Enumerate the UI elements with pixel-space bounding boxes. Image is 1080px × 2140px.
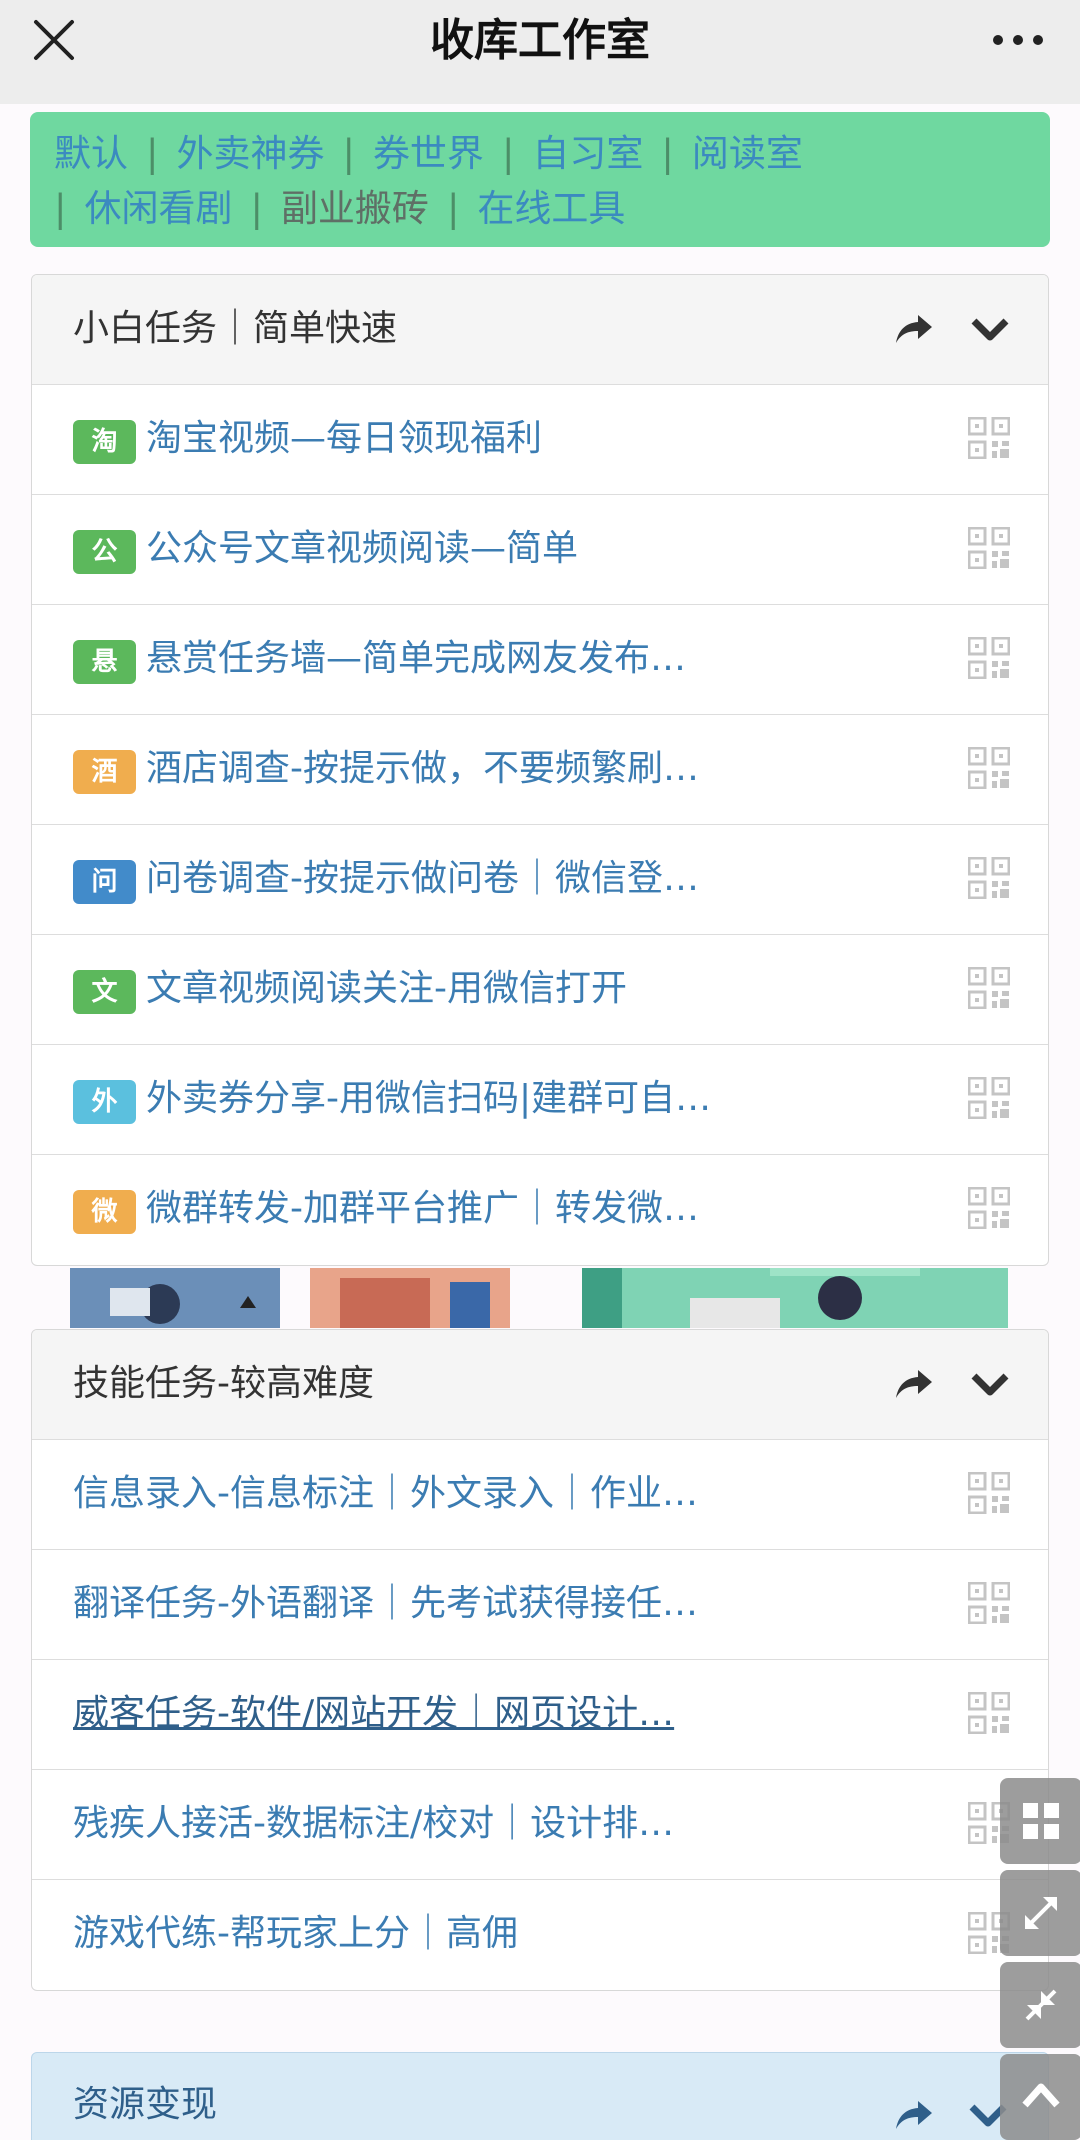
share-icon[interactable] [894,1364,934,1404]
list-item[interactable]: 悬 悬赏任务墙—简单完成网友发布… [32,605,1048,715]
list-item[interactable]: 问 问卷调查-按提示做问卷｜微信登… [32,825,1048,935]
list-item[interactable]: 翻译任务-外语翻译｜先考试获得接任… [32,1550,1048,1660]
list-item[interactable]: 残疾人接活-数据标注/校对｜设计排… [32,1770,1048,1880]
qrcode-icon[interactable] [968,1582,1010,1624]
panel-title: 小白任务｜简单快速 [73,308,398,349]
nav-item-default[interactable]: 默认 [54,132,128,175]
list-item[interactable]: 公 公众号文章视频阅读—简单 [32,495,1048,605]
qrcode-icon[interactable] [968,1692,1010,1734]
item-link[interactable]: 公众号文章视频阅读—简单 [146,495,578,603]
item-link[interactable]: 信息录入-信息标注｜外文录入｜作业… [73,1440,698,1548]
arrow-up-icon [1022,2083,1060,2108]
qrcode-icon[interactable] [968,527,1010,569]
item-link[interactable]: 威客任务-软件/网站开发｜网页设计… [73,1660,674,1768]
category-badge: 文 [73,970,136,1014]
category-badge: 淘 [73,420,136,464]
share-icon[interactable] [894,309,934,349]
compress-icon [1025,1989,1057,2021]
category-badge: 问 [73,860,136,904]
category-nav: 默认 | 外卖神券 | 券世界 | 自习室 | 阅读室 | 休闲看剧 | 副业搬砖 | 在线工具 [30,112,1050,247]
item-link[interactable]: 酒店调查-按提示做，不要频繁刷… [146,715,699,823]
nav-item-takeout-coupons[interactable]: 外卖神券 [176,132,324,175]
qrcode-icon[interactable] [968,1472,1010,1514]
list-item[interactable]: 信息录入-信息标注｜外文录入｜作业… [32,1440,1048,1550]
item-link[interactable]: 悬赏任务墙—简单完成网友发布… [146,605,686,713]
nav-item-study-room[interactable]: 自习室 [532,132,643,175]
compress-button[interactable] [1000,1962,1080,2048]
nav-item-side-jobs[interactable]: 副业搬砖 [281,187,429,230]
panel-title: 技能任务-较高难度 [73,1363,374,1404]
nav-separator: | [54,187,67,230]
nav-item-online-tools[interactable]: 在线工具 [477,187,625,230]
list-item[interactable]: 淘 淘宝视频—每日领现福利 [32,385,1048,495]
list-item[interactable]: 微 微群转发-加群平台推广｜转发微… [32,1155,1048,1265]
item-link[interactable]: 淘宝视频—每日领现福利 [146,385,542,493]
qrcode-icon[interactable] [968,747,1010,789]
item-link[interactable]: 外卖券分享-用微信扫码|建群可自… [146,1045,711,1153]
item-link[interactable]: 残疾人接活-数据标注/校对｜设计排… [73,1770,674,1878]
nav-separator: | [446,187,460,230]
list-item[interactable]: 游戏代练-帮玩家上分｜高佣 [32,1880,1048,1990]
chevron-down-icon[interactable] [970,309,1010,349]
chevron-down-icon[interactable] [970,1364,1010,1404]
qrcode-icon[interactable] [968,417,1010,459]
item-link[interactable]: 微群转发-加群平台推广｜转发微… [146,1155,699,1263]
nav-separator: | [501,132,515,175]
nav-separator: | [661,132,674,175]
more-icon[interactable] [990,20,1046,60]
top-bar: 收库工作室 [0,0,1080,104]
panel-header: 技能任务-较高难度 [32,1330,1048,1440]
item-link[interactable]: 问卷调查-按提示做问卷｜微信登… [146,825,699,933]
qrcode-icon[interactable] [968,857,1010,899]
nav-separator: | [342,132,355,175]
panel-title: 资源变现 [73,2084,218,2125]
nav-item-coupon-world[interactable]: 券世界 [373,132,484,175]
category-badge: 酒 [73,750,136,794]
item-link[interactable]: 游戏代练-帮玩家上分｜高佣 [73,1880,518,1988]
scroll-top-button[interactable] [1000,2054,1080,2140]
list-item[interactable]: 酒 酒店调查-按提示做，不要频繁刷… [32,715,1048,825]
nav-separator: | [250,187,263,230]
panel-resource-monetization: 资源变现 [31,2052,1049,2140]
item-link[interactable]: 翻译任务-外语翻译｜先考试获得接任… [73,1550,698,1658]
qrcode-icon[interactable] [968,967,1010,1009]
category-badge: 微 [73,1190,136,1234]
list-item[interactable]: 文 文章视频阅读关注-用微信打开 [32,935,1048,1045]
panel-skill-tasks: 技能任务-较高难度 信息录入-信息标注｜外文录入｜作业… 翻译任务-外语翻译｜先… [31,1329,1049,1991]
category-badge: 公 [73,530,136,574]
nav-item-reading-room[interactable]: 阅读室 [692,132,803,175]
qrcode-icon[interactable] [968,1077,1010,1119]
qrcode-icon[interactable] [968,637,1010,679]
banner-illustration-art [70,1268,1008,1328]
list-item[interactable]: 威客任务-软件/网站开发｜网页设计… [32,1660,1048,1770]
expand-icon [1025,1897,1057,1929]
category-badge: 外 [73,1080,136,1124]
share-icon[interactable] [894,2095,934,2135]
qrcode-icon[interactable] [968,1187,1010,1229]
page-title: 收库工作室 [430,15,650,66]
list-item[interactable]: 外 外卖券分享-用微信扫码|建群可自… [32,1045,1048,1155]
grid-icon [1023,1803,1059,1839]
banner-illustration [70,1268,1008,1328]
grid-button[interactable] [1000,1778,1080,1864]
expand-button[interactable] [1000,1870,1080,1956]
nav-item-leisure-shows[interactable]: 休闲看剧 [84,187,232,230]
category-badge: 悬 [73,640,136,684]
item-link[interactable]: 文章视频阅读关注-用微信打开 [146,935,627,1043]
nav-separator: | [146,132,159,175]
panel-beginner-tasks: 小白任务｜简单快速 淘 淘宝视频—每日领现福利 公 公众号文章视频阅读—简单 悬… [31,274,1049,1266]
panel-header: 小白任务｜简单快速 [32,275,1048,385]
